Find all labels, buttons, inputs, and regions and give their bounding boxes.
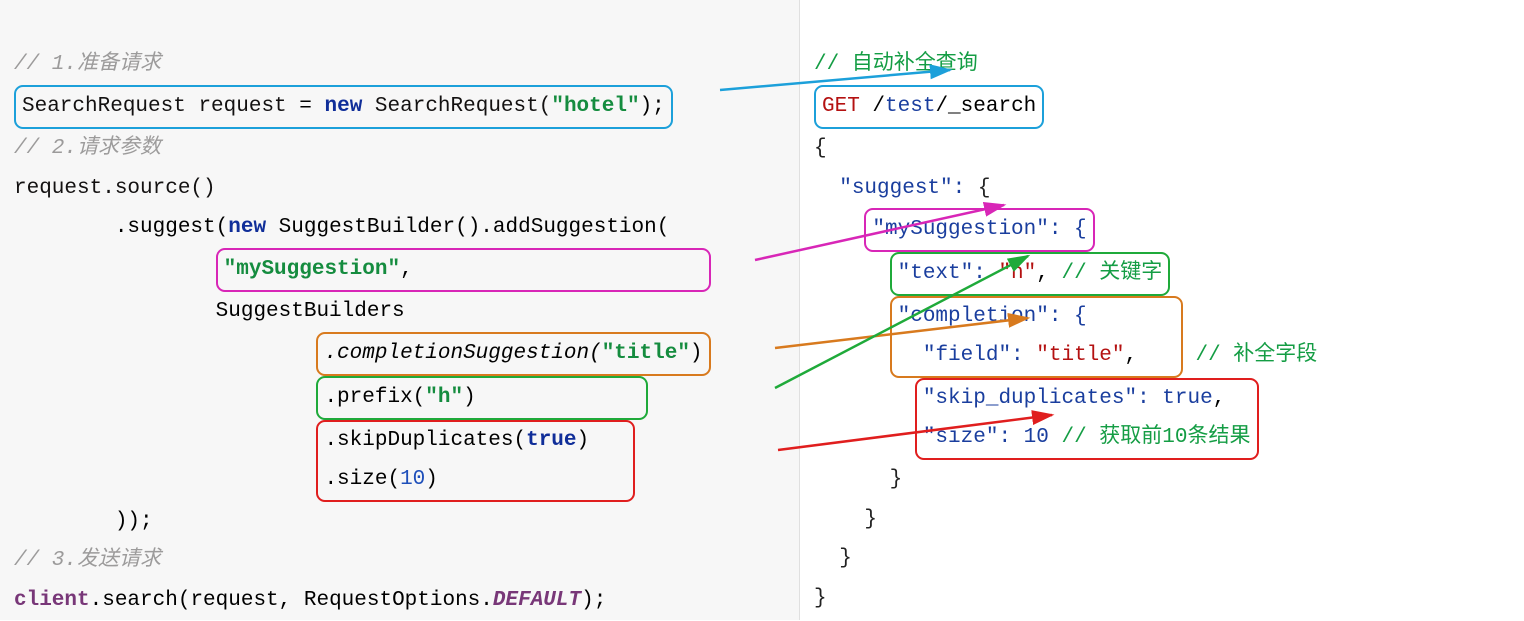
suggest-call-line: .suggest(new SuggestBuilder().addSuggest… xyxy=(14,216,669,239)
comment-step1: // 1.准备请求 xyxy=(14,53,161,76)
box-skip-size-left: .skipDuplicates(true) .size(10) xyxy=(316,420,634,502)
box-completion-left: .completionSuggestion("title") xyxy=(316,332,710,376)
comment-autocomplete: // 自动补全查询 xyxy=(814,53,978,76)
json-dsl-pane: // 自动补全查询 GET /test/_search { "suggest":… xyxy=(800,0,1524,620)
box-prefix-left: .prefix("h") xyxy=(316,376,647,420)
box-completion-right: "completion": { "field": "title", xyxy=(890,296,1183,378)
suggest-builders: SuggestBuilders xyxy=(14,300,405,323)
box-search-request: SearchRequest request = new SearchReques… xyxy=(14,85,673,129)
source-call: request.source() xyxy=(14,177,216,200)
comment-step3: // 3.发送请求 xyxy=(14,549,161,572)
box-get-search: GET /test/_search xyxy=(814,85,1044,129)
box-text-right: "text": "h", // 关键字 xyxy=(890,252,1171,296)
comment-step2: // 2.请求参数 xyxy=(14,137,161,160)
close-suggest: )); xyxy=(14,510,153,533)
box-my-suggestion-left: "mySuggestion", xyxy=(216,248,711,292)
box-my-suggestion-right: "mySuggestion": { xyxy=(864,208,1094,252)
java-code-pane: // 1.准备请求 SearchRequest request = new Se… xyxy=(0,0,800,620)
send-request-line: client.search(request, RequestOptions.DE… xyxy=(14,589,606,612)
box-skip-size-right: "skip_duplicates": true, "size": 10 // 获… xyxy=(915,378,1259,460)
